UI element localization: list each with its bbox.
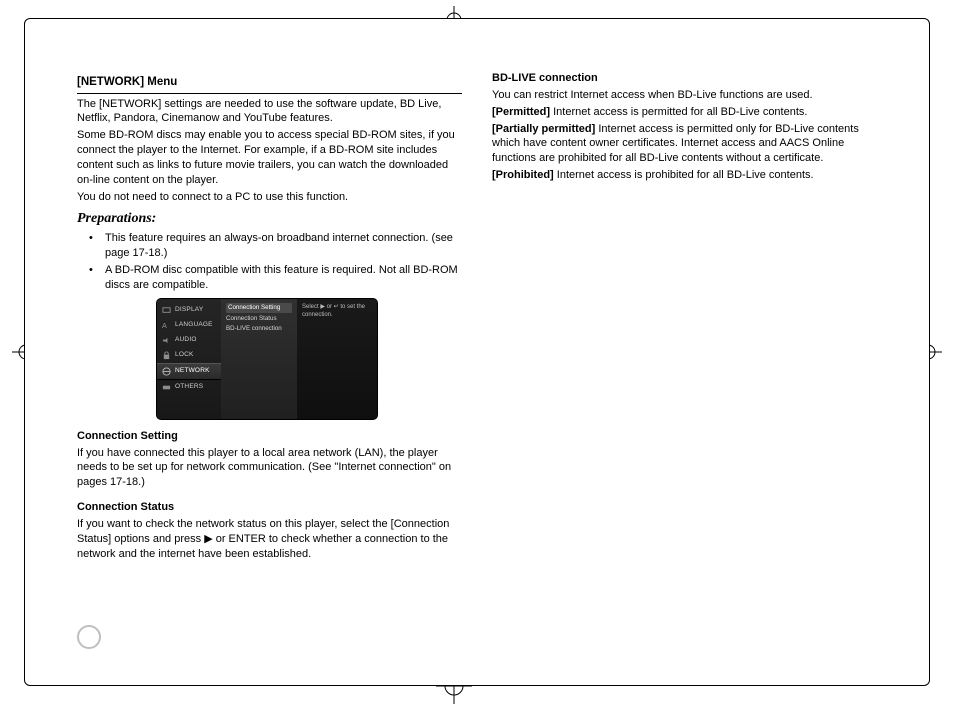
- sidebar-item-label: LOCK: [175, 351, 194, 360]
- language-icon: A: [162, 321, 171, 330]
- sidebar-item-label: NETWORK: [175, 367, 210, 376]
- para-intro3: You do not need to connect to a PC to us…: [77, 190, 462, 205]
- netshot-hint: Select ▶ or ↵ to set the connection.: [297, 299, 377, 419]
- netshot-submenu: Connection Setting Connection Status BD-…: [221, 299, 297, 419]
- lock-icon: [162, 351, 171, 360]
- connection-setting-text: If you have connected this player to a l…: [77, 446, 462, 491]
- page-frame: [NETWORK] Menu The [NETWORK] settings ar…: [24, 18, 930, 686]
- page-number-circle: [77, 625, 101, 649]
- sidebar-item-label: DISPLAY: [175, 306, 203, 315]
- bdlive-heading: BD-LIVE connection: [492, 71, 877, 86]
- list-item: This feature requires an always-on broad…: [83, 231, 462, 261]
- para-intro1: The [NETWORK] settings are needed to use…: [77, 97, 462, 127]
- display-icon: [162, 306, 171, 315]
- audio-icon: [162, 336, 171, 345]
- sidebar-item-network[interactable]: NETWORK: [157, 363, 221, 380]
- network-icon: [162, 367, 171, 376]
- option-label: [Partially permitted]: [492, 123, 595, 135]
- preparations-list: This feature requires an always-on broad…: [77, 231, 462, 292]
- sidebar-item-display[interactable]: DISPLAY: [157, 303, 221, 318]
- section-title-network: [NETWORK] Menu: [77, 75, 462, 91]
- rule: [77, 93, 462, 94]
- network-menu-screenshot: DISPLAY A LANGUAGE AUDIO LOCK NETWORK OTH…: [157, 299, 377, 419]
- content: [NETWORK] Menu The [NETWORK] settings ar…: [77, 71, 877, 637]
- submenu-item[interactable]: BD-LIVE connection: [226, 325, 292, 333]
- right-column: BD-LIVE connection You can restrict Inte…: [492, 71, 877, 637]
- option-text: Internet access is permitted for all BD-…: [553, 106, 807, 118]
- left-column: [NETWORK] Menu The [NETWORK] settings ar…: [77, 71, 462, 637]
- sidebar-item-label: OTHERS: [175, 383, 203, 392]
- sidebar-item-language[interactable]: A LANGUAGE: [157, 318, 221, 333]
- sidebar-item-lock[interactable]: LOCK: [157, 348, 221, 363]
- para-intro2: Some BD-ROM discs may enable you to acce…: [77, 128, 462, 187]
- sidebar-item-audio[interactable]: AUDIO: [157, 333, 221, 348]
- option-permitted: [Permitted] Internet access is permitted…: [492, 105, 877, 120]
- connection-status-heading: Connection Status: [77, 500, 462, 515]
- option-label: [Prohibited]: [492, 169, 554, 181]
- option-label: [Permitted]: [492, 106, 550, 118]
- others-icon: [162, 383, 171, 392]
- option-text: Internet access is prohibited for all BD…: [557, 169, 814, 181]
- submenu-item[interactable]: Connection Status: [226, 315, 292, 323]
- submenu-item[interactable]: Connection Setting: [226, 303, 292, 313]
- option-prohibited: [Prohibited] Internet access is prohibit…: [492, 168, 877, 183]
- sidebar-item-label: AUDIO: [175, 336, 197, 345]
- bdlive-intro: You can restrict Internet access when BD…: [492, 88, 877, 103]
- svg-text:A: A: [162, 321, 167, 330]
- list-item: A BD-ROM disc compatible with this featu…: [83, 263, 462, 293]
- sidebar-item-others[interactable]: OTHERS: [157, 380, 221, 395]
- preparations-heading: Preparations:: [77, 210, 462, 229]
- connection-setting-heading: Connection Setting: [77, 429, 462, 444]
- connection-status-text: If you want to check the network status …: [77, 517, 462, 562]
- option-partially-permitted: [Partially permitted] Internet access is…: [492, 122, 877, 167]
- netshot-sidebar: DISPLAY A LANGUAGE AUDIO LOCK NETWORK OTH…: [157, 299, 221, 419]
- sidebar-item-label: LANGUAGE: [175, 321, 213, 330]
